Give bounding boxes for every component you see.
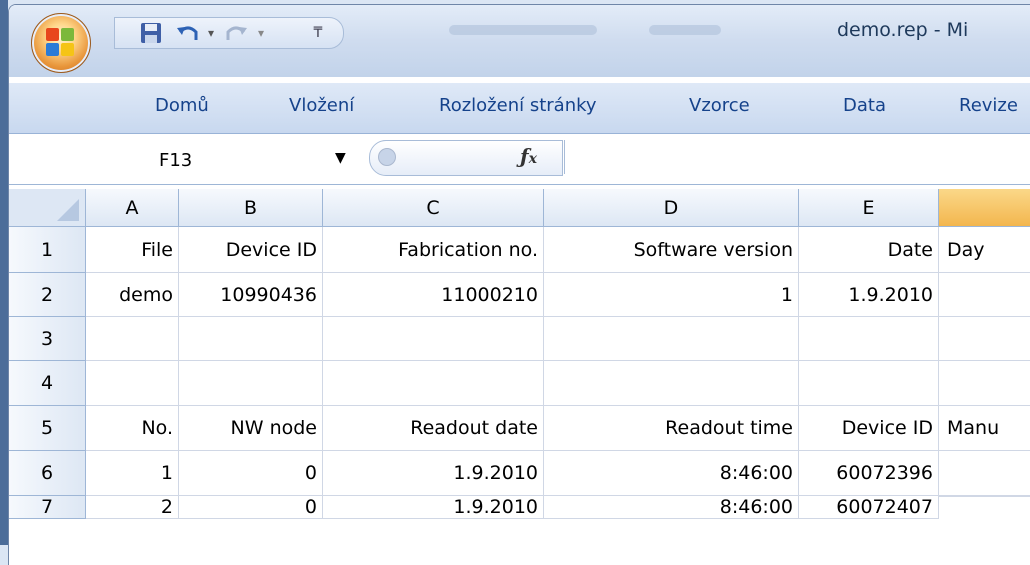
undo-icon[interactable] [175,22,201,44]
select-all-triangle-icon [57,199,79,221]
ribbon-tabs: Domů Vložení Rozložení stránky Vzorce Da… [9,83,1030,134]
cell-c5[interactable]: Readout date [323,406,544,451]
cell-d7[interactable]: 8:46:00 [544,496,799,519]
cell-e7[interactable]: 60072407 [799,496,939,519]
redo-dropdown-icon[interactable]: ▾ [255,22,267,44]
cell-f5[interactable]: Manu [939,406,1030,451]
cell-b7[interactable]: 0 [179,496,323,519]
cell-f4[interactable] [939,361,1030,406]
column-header-f[interactable] [939,189,1030,227]
customize-qat-icon[interactable]: ₸ [311,22,325,44]
formula-input[interactable] [564,140,1030,174]
cell-c3[interactable] [323,317,544,361]
cell-e5[interactable]: Device ID [799,406,939,451]
blurred-title-part [649,25,721,35]
cell-e6[interactable]: 60072396 [799,451,939,496]
redo-icon[interactable] [223,22,249,44]
excel-window: ▾ ▾ ₸ demo.rep - Mi Domů Vložení Rozlože… [8,4,1030,565]
cell-e3[interactable] [799,317,939,361]
cell-b5[interactable]: NW node [179,406,323,451]
tab-rozlozeni-stranky[interactable]: Rozložení stránky [439,95,597,116]
cell-c4[interactable] [323,361,544,406]
cell-a5[interactable]: No. [86,406,179,451]
tab-vlozeni[interactable]: Vložení [289,95,354,116]
cell-d3[interactable] [544,317,799,361]
cell-a2[interactable]: demo [86,273,179,317]
cell-f7[interactable] [939,496,1030,497]
column-header-B[interactable]: B [179,189,323,227]
insert-function-icon[interactable]: ƒx [520,144,537,168]
cell-f3[interactable] [939,317,1030,361]
tab-data[interactable]: Data [843,95,886,116]
cell-d6[interactable]: 8:46:00 [544,451,799,496]
window-edge [0,0,8,545]
document-title: demo.rep - Mi [837,19,969,41]
tab-vzorce[interactable]: Vzorce [689,95,750,116]
row-header-7[interactable]: 7 [9,496,86,519]
cell-b2[interactable]: 10990436 [179,273,323,317]
row-header-5[interactable]: 5 [9,406,86,451]
cell-d4[interactable] [544,361,799,406]
cell-d5[interactable]: Readout time [544,406,799,451]
column-header-A[interactable]: A [86,189,179,227]
blurred-title-part [449,25,597,35]
row-header-2[interactable]: 2 [9,273,86,317]
undo-dropdown-icon[interactable]: ▾ [205,22,217,44]
cell-f2[interactable] [939,273,1030,317]
cell-a3[interactable] [86,317,179,361]
formula-bar: F13 ▼ ƒx [9,134,1030,185]
cell-a4[interactable] [86,361,179,406]
chevron-down-icon[interactable]: ▼ [335,150,346,166]
name-box-value: F13 [159,150,193,171]
office-button[interactable] [31,13,91,73]
cell-a1[interactable]: File [86,227,179,273]
cell-e1[interactable]: Date [799,227,939,273]
cell-a7[interactable]: 2 [86,496,179,519]
tab-domu[interactable]: Domů [155,95,209,116]
formula-buttons: ƒx [369,140,563,176]
name-box[interactable]: F13 ▼ [19,144,359,176]
cell-b4[interactable] [179,361,323,406]
tab-revize[interactable]: Revize [959,95,1018,116]
column-header-E[interactable]: E [799,189,939,227]
cell-c2[interactable]: 11000210 [323,273,544,317]
title-bar: ▾ ▾ ₸ demo.rep - Mi [9,5,1030,77]
cell-c1[interactable]: Fabrication no. [323,227,544,273]
cell-c6[interactable]: 1.9.2010 [323,451,544,496]
row-header-6[interactable]: 6 [9,451,86,496]
cell-e4[interactable] [799,361,939,406]
column-header-D[interactable]: D [544,189,799,227]
select-all-corner[interactable] [9,189,86,227]
cell-e2[interactable]: 1.9.2010 [799,273,939,317]
cell-d2[interactable]: 1 [544,273,799,317]
cell-a6[interactable]: 1 [86,451,179,496]
cell-b1[interactable]: Device ID [179,227,323,273]
expand-circle-icon[interactable] [378,148,396,166]
office-logo-icon [46,28,76,58]
cell-d1[interactable]: Software version [544,227,799,273]
cell-c7[interactable]: 1.9.2010 [323,496,544,519]
cell-f1[interactable]: Day [939,227,1030,273]
save-icon[interactable] [139,22,163,44]
row-header-4[interactable]: 4 [9,361,86,406]
cell-b6[interactable]: 0 [179,451,323,496]
cell-b3[interactable] [179,317,323,361]
column-header-C[interactable]: C [323,189,544,227]
row-header-3[interactable]: 3 [9,317,86,361]
quick-access-toolbar: ▾ ▾ ₸ [114,17,344,49]
cell-f6[interactable] [939,451,1030,496]
row-header-1[interactable]: 1 [9,227,86,273]
